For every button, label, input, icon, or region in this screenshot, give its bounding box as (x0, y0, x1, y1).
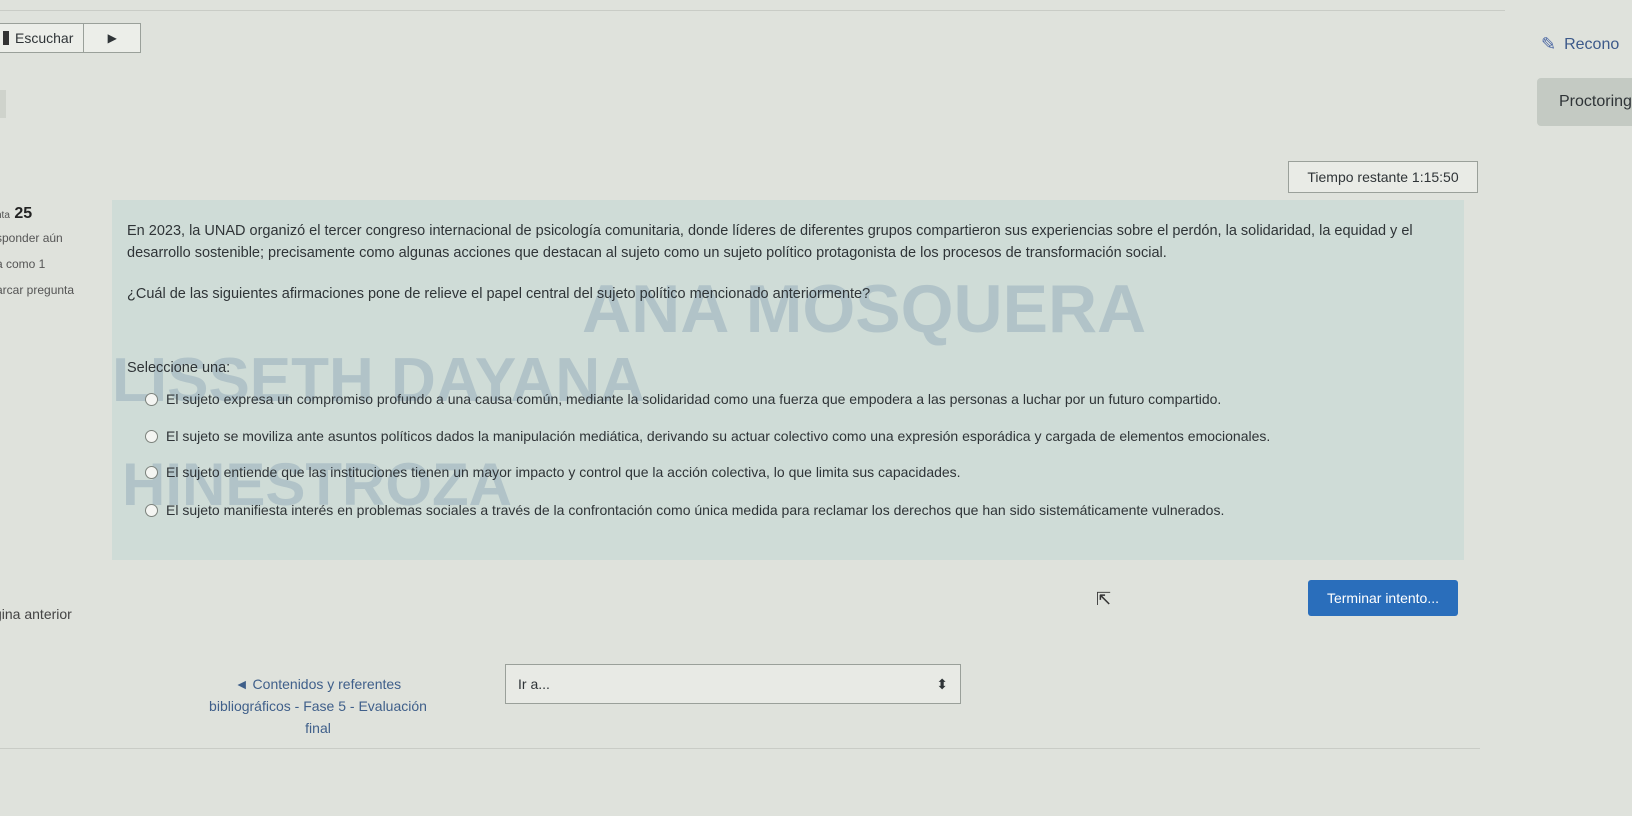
previous-activity-link[interactable]: ◄ Contenidos y referentes bibliográficos… (200, 673, 436, 739)
play-icon[interactable]: ▶ (84, 31, 140, 45)
listen-label: Escuchar (15, 24, 85, 52)
radio-button[interactable] (145, 503, 158, 517)
option-text: El sujeto se moviliza ante asuntos polít… (166, 428, 1271, 444)
sidebar-toggle[interactable] (0, 90, 6, 118)
question-text: En 2023, la UNAD organizó el tercer cong… (127, 223, 1413, 261)
recognize-label: Recono (1564, 35, 1620, 53)
question-card: ANA MOSQUERA LISSETH DAYANA HINESTROZA E… (112, 200, 1464, 560)
question-info: nta 25 sponder aún a como 1 arcar pregun… (0, 205, 108, 309)
option-text: El sujeto expresa un compromiso profundo… (166, 391, 1222, 407)
speaker-icon (3, 31, 9, 45)
timer-label: Tiempo restante (1307, 169, 1409, 185)
question-score: a como 1 (0, 257, 46, 271)
time-remaining: Tiempo restante 1:15:50 (1288, 161, 1478, 193)
question-prompt: ¿Cuál de las siguientes afirmaciones pon… (127, 286, 871, 302)
answer-option[interactable]: El sujeto manifiesta interés en problema… (145, 502, 1224, 518)
flag-question-link[interactable]: arcar pregunta (0, 283, 108, 297)
question-status: sponder aún (0, 231, 63, 245)
option-text: El sujeto entiende que las instituciones… (166, 464, 961, 480)
mouse-cursor-icon: ⇱ (1096, 589, 1112, 609)
previous-page-button[interactable]: gina anterior (0, 606, 72, 622)
timer-value: 1:15:50 (1411, 169, 1459, 185)
recognize-icon: ✎ (1541, 34, 1557, 54)
question-number: nta 25 (0, 205, 108, 223)
answer-option[interactable]: El sujeto entiende que las instituciones… (145, 464, 961, 480)
question-number-prefix: nta (0, 210, 10, 221)
proctoring-label: Proctoring (1559, 93, 1632, 110)
finish-attempt-button[interactable]: Terminar intento... (1308, 580, 1458, 616)
top-divider (0, 10, 1505, 11)
bottom-divider (0, 748, 1480, 749)
watermark-line1: ANA MOSQUERA (582, 271, 1147, 347)
answer-option[interactable]: El sujeto expresa un compromiso profundo… (145, 391, 1221, 407)
jump-to-select[interactable]: Ir a... ⬍ (505, 664, 961, 704)
radio-button[interactable] (145, 392, 158, 406)
option-text: El sujeto manifiesta interés en problema… (166, 502, 1225, 518)
proctoring-panel[interactable]: Proctoring (1537, 78, 1632, 126)
recognize-link[interactable]: ✎ Recono (1541, 34, 1619, 55)
answer-option[interactable]: El sujeto se moviliza ante asuntos polít… (145, 428, 1270, 444)
select-label: Seleccione una: (127, 360, 231, 376)
jump-to-value: Ir a... (518, 676, 550, 692)
radio-button[interactable] (145, 465, 158, 479)
select-arrows-icon: ⬍ (936, 675, 948, 692)
radio-button[interactable] (145, 429, 158, 443)
listen-button[interactable]: Escuchar ▶ (0, 23, 141, 53)
